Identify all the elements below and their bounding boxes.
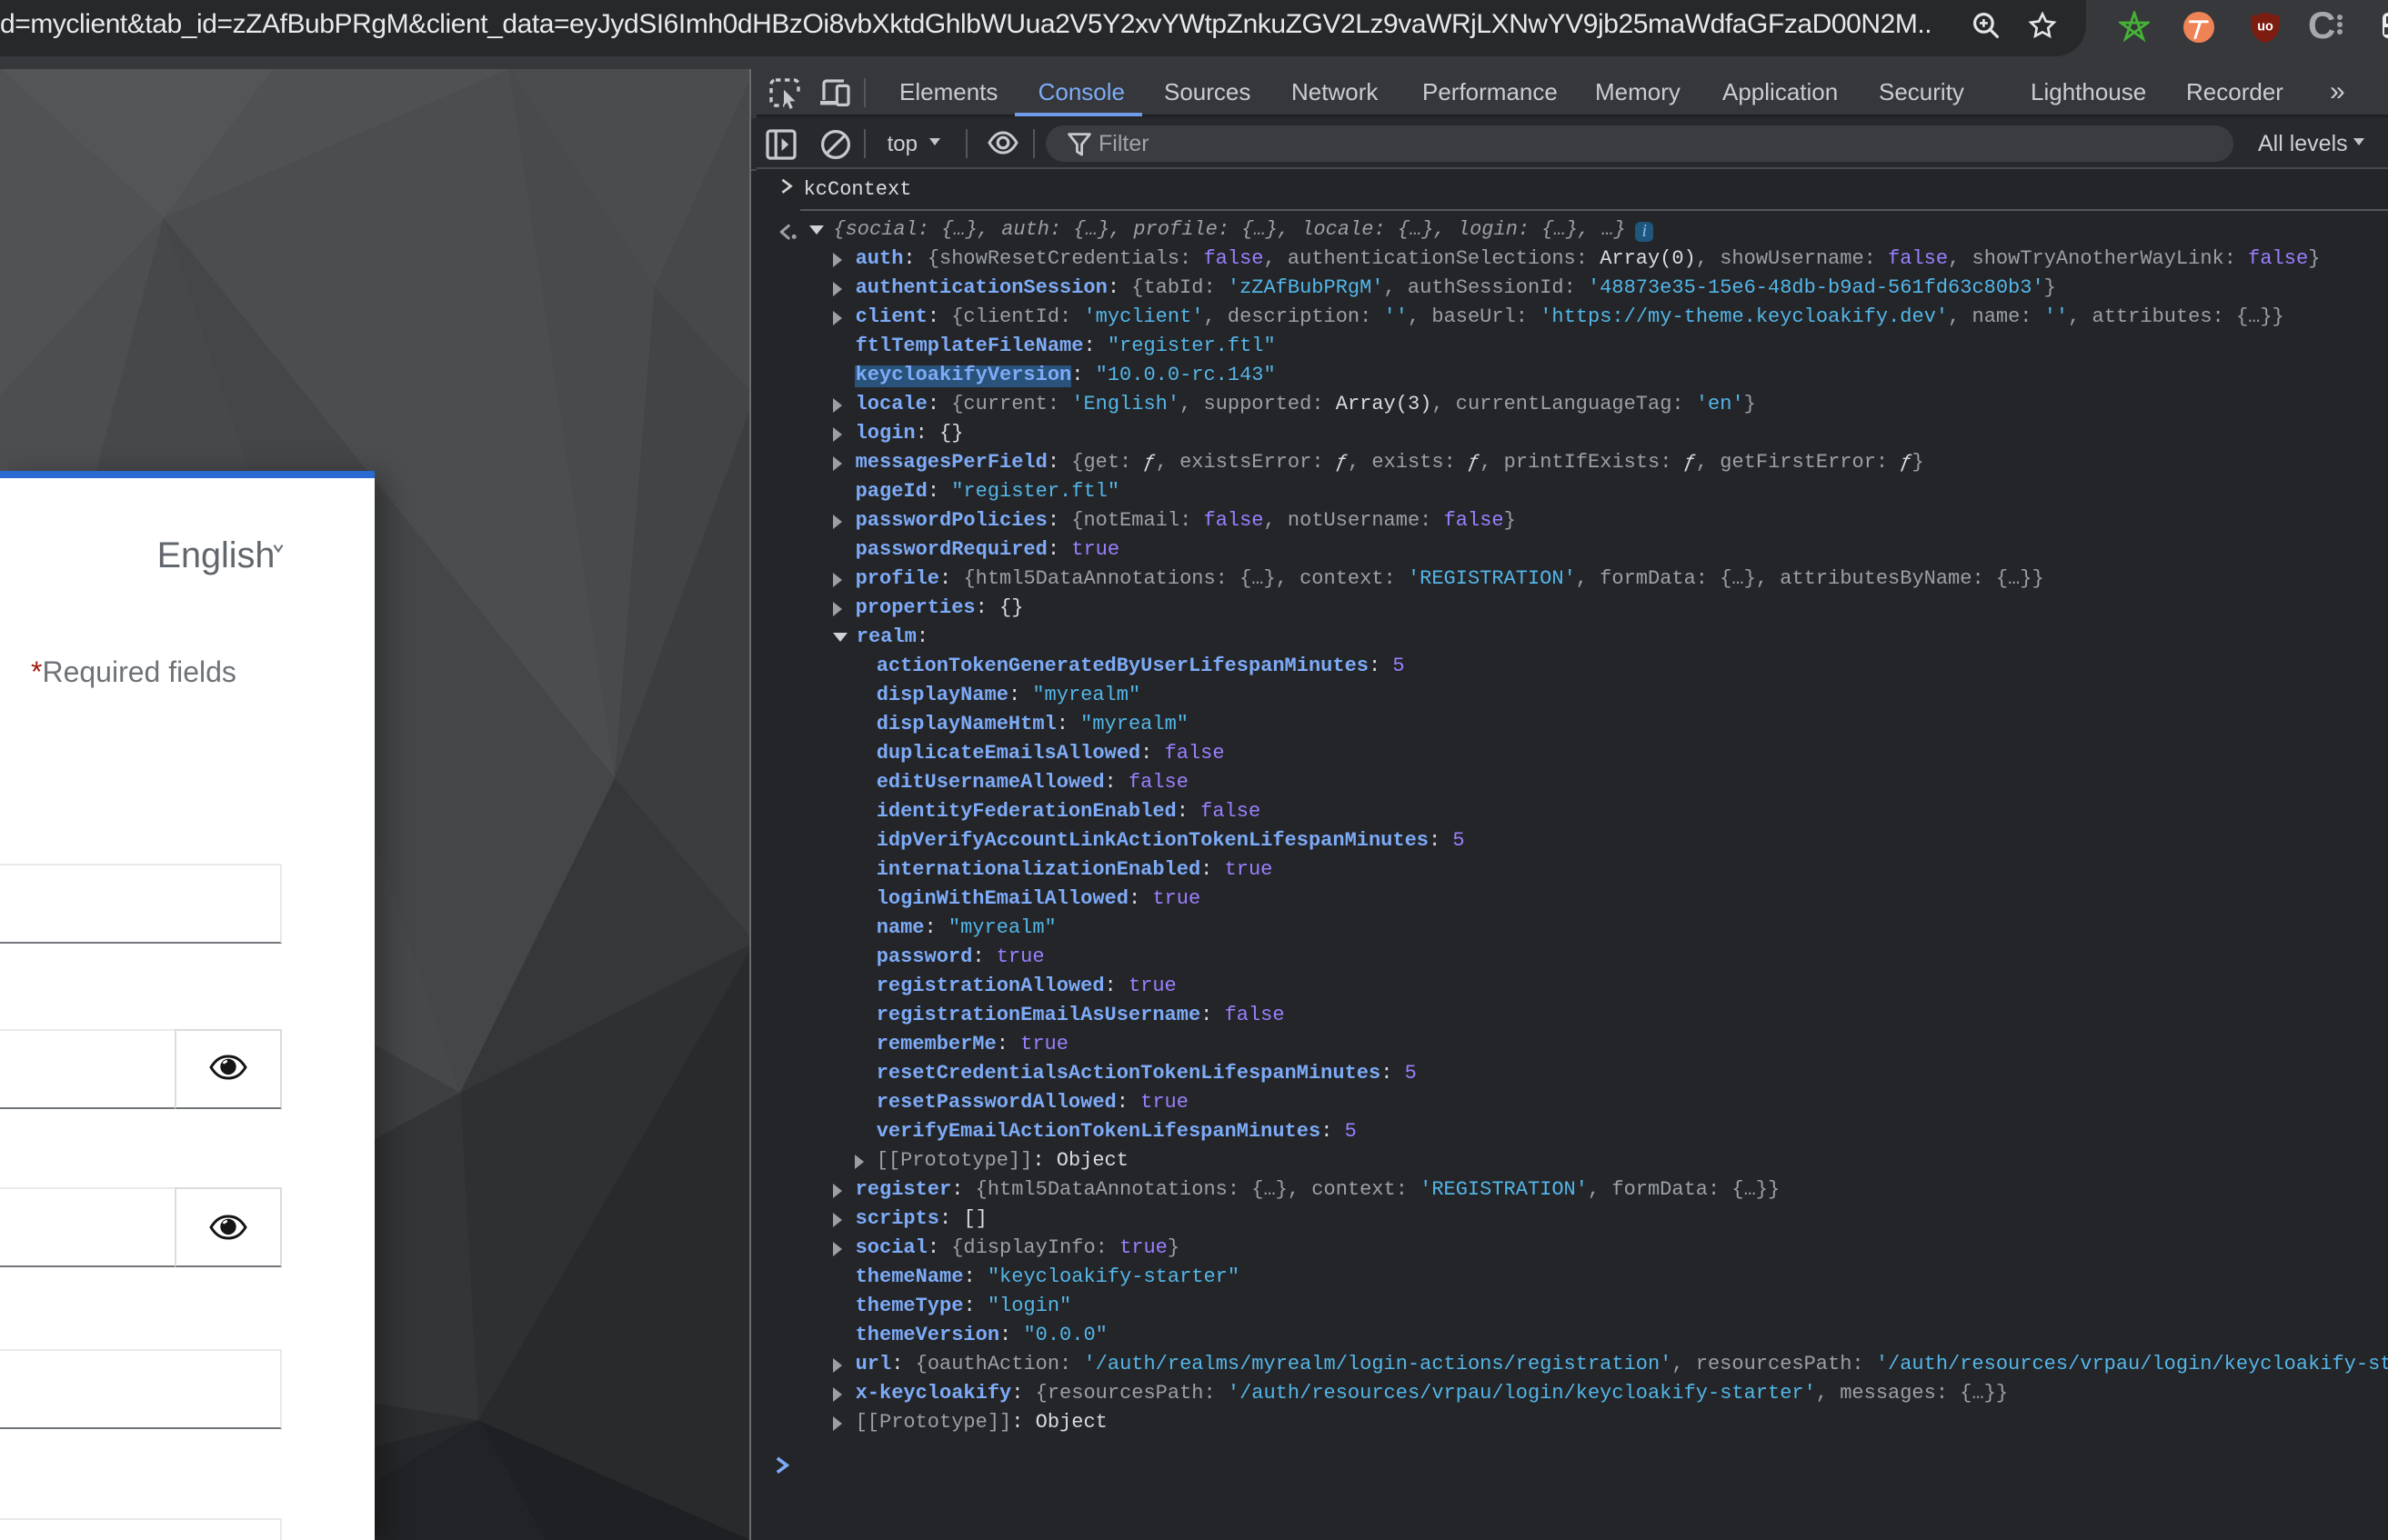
- svg-text:uo: uo: [2257, 19, 2273, 34]
